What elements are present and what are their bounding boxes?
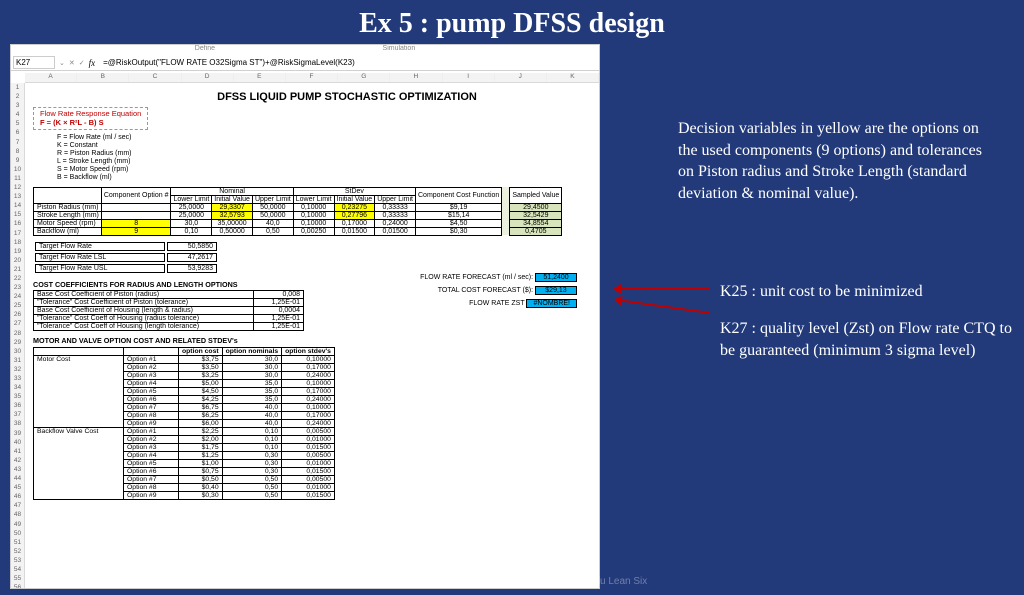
arrow-k25 bbox=[616, 288, 710, 290]
ribbon-tab-simulation: Simulation bbox=[383, 45, 416, 55]
forecast-outputs: FLOW RATE FORECAST (ml / sec): 51,2400TO… bbox=[420, 273, 577, 312]
excel-screenshot: Define Simulation K27 ⌄ ✕ ✓ fx =@RiskOut… bbox=[10, 44, 600, 589]
main-table: Component Option #NominalStDevComponent … bbox=[33, 187, 562, 236]
formula-bar: K27 ⌄ ✕ ✓ fx =@RiskOutput("FLOW RATE O32… bbox=[11, 55, 599, 71]
targets-table: Target Flow Rate50,5850Target Flow Rate … bbox=[33, 240, 219, 275]
worksheet: DFSS LIQUID PUMP STOCHASTIC OPTIMIZATION… bbox=[27, 83, 597, 586]
sheet-title: DFSS LIQUID PUMP STOCHASTIC OPTIMIZATION bbox=[97, 91, 597, 103]
options-section-title: MOTOR AND VALVE OPTION COST AND RELATED … bbox=[33, 336, 597, 345]
annotation-k25: K25 : unit cost to be minimized bbox=[720, 281, 1020, 303]
enter-icon[interactable]: ✓ bbox=[79, 59, 85, 67]
arrow-k27 bbox=[617, 299, 710, 314]
namebox-dropdown-icon[interactable]: ⌄ bbox=[59, 59, 65, 67]
coefficients-table: Base Cost Coefficient of Piston (radius)… bbox=[33, 290, 304, 331]
name-box[interactable]: K27 bbox=[13, 56, 55, 69]
annotation-decision-vars: Decision variables in yellow are the opt… bbox=[678, 118, 998, 204]
equation-box: Flow Rate Response Equation F = (K × R²L… bbox=[33, 107, 148, 130]
footer-watermark: service du Lean Six bbox=[560, 576, 647, 587]
cancel-icon[interactable]: ✕ bbox=[69, 59, 75, 67]
column-headers: ABCDEFGHIJK bbox=[25, 73, 599, 83]
options-table: option costoption nominalsoption stdev's… bbox=[33, 347, 335, 500]
slide-title: Ex 5 : pump DFSS design bbox=[0, 0, 1024, 44]
ribbon-tab-define: Define bbox=[195, 45, 215, 55]
annotation-k27: K27 : quality level (Zst) on Flow rate C… bbox=[720, 318, 1020, 361]
fx-icon[interactable]: fx bbox=[89, 58, 96, 68]
variable-definitions: F = Flow Rate (ml / sec)K = ConstantR = … bbox=[57, 134, 597, 182]
formula-input[interactable]: =@RiskOutput("FLOW RATE O32Sigma ST")+@R… bbox=[99, 58, 599, 67]
row-numbers: 1234567891011121314151617181920212223242… bbox=[11, 83, 25, 589]
